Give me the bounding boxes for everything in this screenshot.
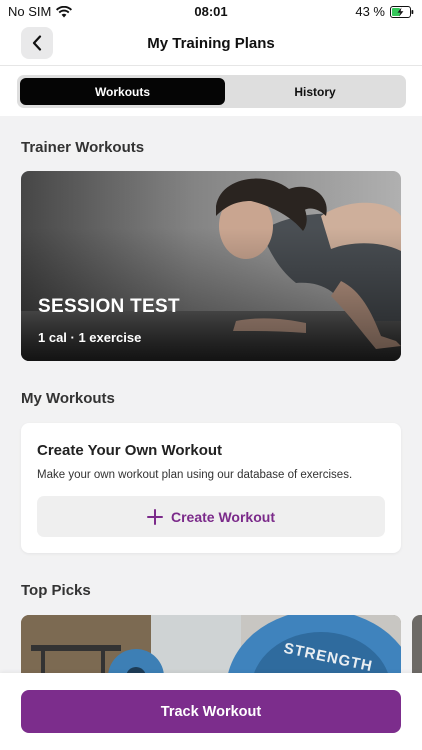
- workout-card-title: SESSION TEST: [38, 296, 180, 317]
- section-title-trainer-workouts: Trainer Workouts: [21, 139, 145, 156]
- battery-charging-icon: [390, 5, 414, 18]
- track-workout-button[interactable]: Track Workout: [21, 690, 401, 733]
- create-workout-button[interactable]: Create Workout: [37, 496, 385, 537]
- create-workout-label: Create Workout: [171, 508, 275, 525]
- workout-card-meta: 1 cal · 1 exercise: [38, 330, 142, 345]
- battery-percent: 43 %: [355, 4, 385, 19]
- section-title-top-picks: Top Picks: [21, 582, 91, 599]
- create-workout-title: Create Your Own Workout: [37, 442, 223, 459]
- section-title-my-workouts: My Workouts: [21, 390, 115, 407]
- page-title: My Training Plans: [147, 35, 275, 52]
- tab-history[interactable]: History: [227, 78, 403, 105]
- tab-bar-container: Workouts History: [0, 66, 422, 116]
- nav-bar: My Training Plans: [0, 24, 422, 66]
- tab-workouts[interactable]: Workouts: [20, 78, 225, 105]
- bottom-action-bar: Track Workout: [0, 673, 422, 750]
- create-workout-card: Create Your Own Workout Make your own wo…: [21, 423, 401, 553]
- segmented-control: Workouts History: [17, 75, 406, 108]
- plus-icon: [147, 508, 163, 525]
- status-bar: No SIM 08:01 43 %: [0, 0, 422, 24]
- trainer-workout-card[interactable]: SESSION TEST 1 cal · 1 exercise: [21, 171, 401, 361]
- battery-group: 43 %: [355, 4, 414, 19]
- create-workout-description: Make your own workout plan using our dat…: [37, 469, 353, 481]
